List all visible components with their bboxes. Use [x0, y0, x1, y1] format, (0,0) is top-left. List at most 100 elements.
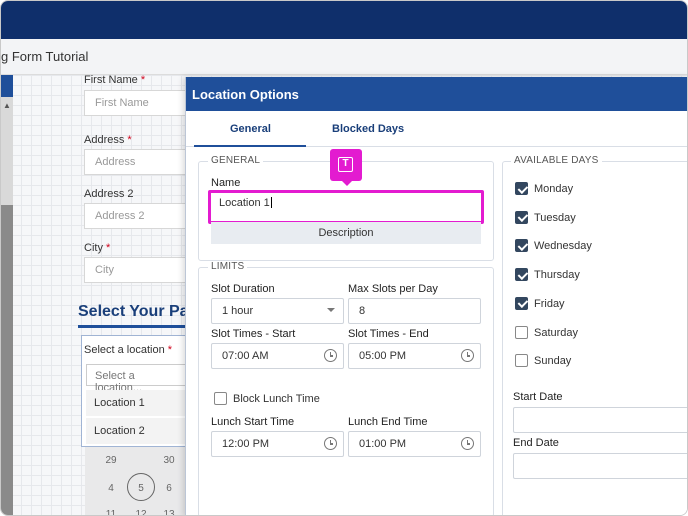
day-label-friday: Friday [534, 297, 565, 310]
slot-start-label: Slot Times - Start [211, 328, 296, 340]
name-input[interactable]: Location 1 [208, 190, 484, 224]
day-label-monday: Monday [534, 183, 574, 195]
required-mark: * [167, 344, 173, 356]
left-sidebar-strip: ▲ [1, 75, 13, 515]
day-checkbox-friday[interactable] [515, 296, 528, 310]
lunch-start-label: Lunch Start Time [211, 416, 295, 428]
clock-icon[interactable] [461, 437, 474, 450]
lunch-start-input[interactable]: 12:00 PM [211, 431, 344, 457]
calendar-day[interactable]: 4 [101, 483, 121, 494]
location-label-text: Select a location [84, 344, 165, 356]
sub-header: g Form Tutorial [1, 39, 687, 75]
day-checkbox-tuesday[interactable] [515, 210, 528, 224]
block-lunch-checkbox[interactable] [214, 392, 227, 405]
slot-duration-select[interactable]: 1 hour [211, 298, 344, 324]
address-label-text: Address [84, 134, 125, 146]
date-calendar: 29 30 4 5 6 11 12 13 [85, 447, 189, 515]
day-checkbox-saturday[interactable] [515, 325, 528, 339]
top-navbar [1, 1, 687, 39]
start-date-label: Start Date [513, 391, 563, 403]
start-date-input[interactable] [513, 407, 687, 433]
sidebar-scrollbar[interactable] [1, 205, 13, 515]
block-lunch-label: Block Lunch Time [233, 393, 320, 405]
end-date-input[interactable] [513, 453, 687, 479]
lunch-end-input[interactable]: 01:00 PM [348, 431, 481, 457]
calendar-day[interactable]: 6 [159, 483, 179, 494]
location-option-1[interactable]: Location 1 [86, 390, 190, 416]
first-name-input[interactable]: First Name [84, 90, 194, 116]
slot-end-value: 05:00 PM [359, 350, 407, 362]
city-label: City * [84, 242, 110, 254]
max-slots-label: Max Slots per Day [348, 283, 438, 295]
section-heading-underline [78, 325, 188, 328]
chevron-down-icon [327, 308, 335, 312]
slot-start-input[interactable]: 07:00 AM [211, 343, 344, 369]
day-label-saturday: Saturday [534, 326, 579, 339]
calendar-day-selected[interactable]: 5 [131, 483, 151, 494]
section-heading: Select Your Pa [78, 303, 189, 320]
text-glyph: T [338, 157, 353, 172]
slot-end-input[interactable]: 05:00 PM [348, 343, 481, 369]
general-legend: GENERAL [208, 155, 264, 166]
location-label: Select a location * [84, 344, 172, 356]
app-window: g Form Tutorial ▲ First Name * First Nam… [0, 0, 688, 516]
location-dropdown[interactable]: Select a location * Select a location...… [81, 335, 191, 447]
slot-duration-label: Slot Duration [211, 283, 275, 295]
name-input-value: Location 1 [219, 197, 270, 209]
clock-icon[interactable] [324, 437, 337, 450]
first-name-label: First Name * [84, 74, 145, 86]
first-name-label-text: First Name [84, 74, 138, 86]
address2-placeholder: Address 2 [95, 210, 145, 222]
slot-duration-value: 1 hour [222, 305, 254, 317]
clock-icon[interactable] [461, 349, 474, 362]
lunch-end-label: Lunch End Time [348, 416, 428, 428]
active-tab-indicator [194, 145, 306, 147]
required-mark: * [127, 134, 132, 146]
max-slots-value: 8 [359, 305, 366, 317]
calendar-day[interactable]: 30 [159, 455, 179, 466]
calendar-day[interactable]: 12 [131, 509, 151, 515]
first-name-placeholder: First Name [95, 97, 149, 109]
address-placeholder: Address [95, 156, 136, 168]
day-checkbox-wednesday[interactable] [515, 239, 528, 253]
lunch-start-value: 12:00 PM [222, 438, 270, 450]
required-mark: * [106, 242, 111, 254]
calendar-day[interactable]: 29 [101, 455, 121, 466]
location-options-modal: Location Options General Blocked Days GE… [185, 77, 687, 515]
address2-input[interactable]: Address 2 [84, 203, 194, 229]
city-input[interactable]: City [84, 257, 194, 283]
address-input[interactable]: Address [84, 149, 194, 175]
day-checkbox-thursday[interactable] [515, 268, 528, 282]
name-label: Name [211, 177, 241, 189]
sidebar-arrow-icon[interactable]: ▲ [3, 101, 11, 110]
tab-blocked-days[interactable]: Blocked Days [332, 123, 404, 135]
day-label-thursday: Thursday [534, 269, 580, 282]
address-label: Address * [84, 134, 132, 146]
city-placeholder: City [95, 264, 114, 276]
text-cursor-icon: T [330, 149, 362, 186]
description-button[interactable]: Description [211, 222, 481, 244]
sidebar-active-block [1, 75, 13, 97]
slot-end-label: Slot Times - End [348, 328, 429, 340]
tab-general[interactable]: General [230, 123, 271, 135]
clock-icon[interactable] [324, 349, 337, 362]
city-label-text: City [84, 242, 103, 254]
day-label-tuesday: Tuesday [534, 211, 576, 224]
end-date-label: End Date [513, 437, 559, 449]
day-checkbox-monday[interactable] [515, 182, 528, 195]
lunch-end-value: 01:00 PM [359, 438, 407, 450]
required-mark: * [140, 74, 146, 86]
location-option-2[interactable]: Location 2 [86, 418, 190, 444]
day-label-sunday: Sunday [534, 355, 572, 368]
calendar-day[interactable]: 13 [159, 509, 179, 515]
limits-legend: LIMITS [208, 261, 248, 272]
page-subtitle: g Form Tutorial [1, 49, 89, 64]
modal-header: Location Options [186, 77, 687, 111]
slot-start-value: 07:00 AM [222, 350, 269, 362]
max-slots-input[interactable]: 8 [348, 298, 481, 324]
calendar-day[interactable]: 11 [101, 509, 121, 515]
day-checkbox-sunday[interactable] [515, 354, 528, 368]
location-select[interactable]: Select a location... [86, 364, 190, 394]
text-caret [270, 197, 272, 208]
modal-tabs: General Blocked Days [186, 111, 687, 147]
